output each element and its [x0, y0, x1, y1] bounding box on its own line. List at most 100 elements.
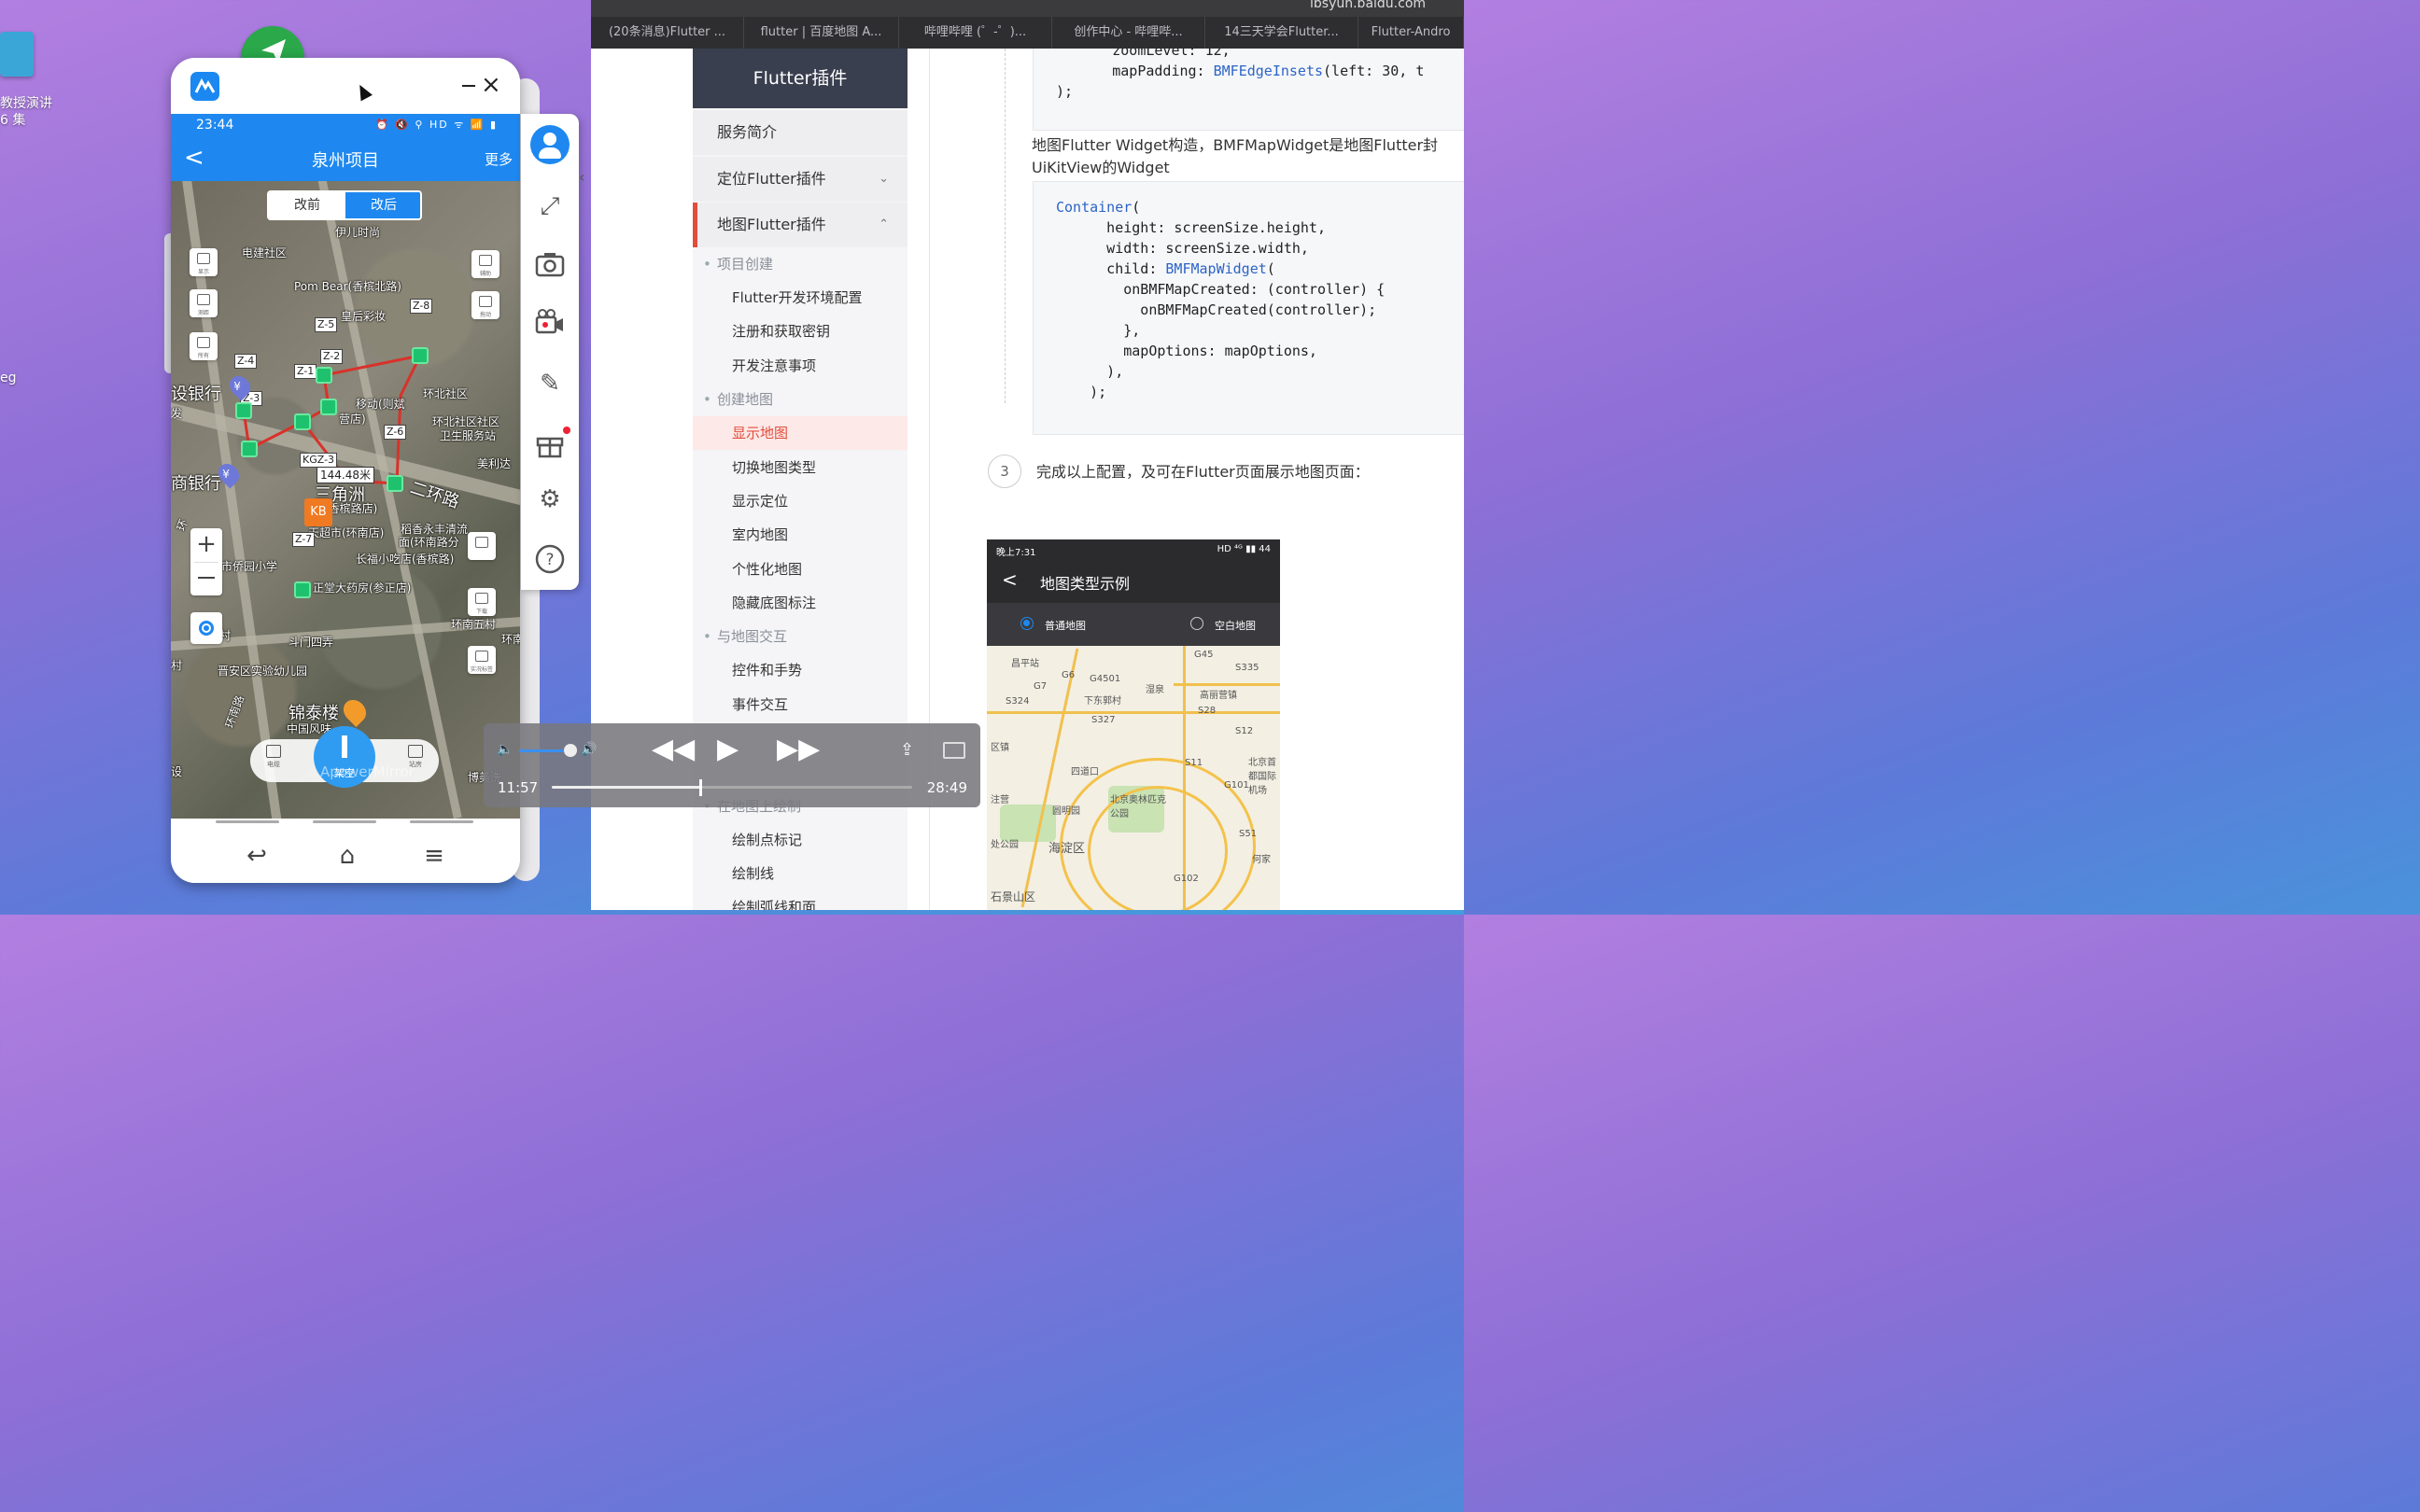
sample-status-icons: HD ⁴ᴳ ▮▮ 44 — [1217, 544, 1271, 554]
nav-back-button[interactable]: ↩ — [238, 843, 275, 871]
route-node[interactable] — [387, 475, 403, 492]
more-button[interactable]: 更多 — [485, 149, 513, 169]
zone-tag: Z-1 — [294, 364, 317, 379]
sidebar-link[interactable]: 绘制线 — [693, 857, 908, 890]
browser-tab[interactable]: 14三天学会Flutter... — [1205, 17, 1358, 49]
sidebar-link[interactable]: 显示定位 — [693, 484, 908, 518]
gift-icon[interactable] — [534, 427, 566, 459]
zoom-out-button[interactable] — [198, 577, 215, 579]
total-time: 28:49 — [926, 779, 967, 796]
close-button[interactable]: × — [481, 73, 501, 97]
layers-icon — [266, 745, 281, 758]
attach-tool-button[interactable] — [468, 532, 496, 560]
brush-icon[interactable]: ✎ — [534, 368, 566, 399]
nav-home-button[interactable]: ⌂ — [329, 843, 366, 871]
apowermirror-watermark: ApowerMirror — [320, 763, 415, 780]
zoom-in-button[interactable]: + — [190, 530, 222, 558]
sidebar-group-project[interactable]: 项目创建 — [693, 247, 908, 281]
progress-track[interactable] — [552, 779, 912, 796]
browser-tab[interactable]: 创作中心 - 哔哩哔... — [1052, 17, 1205, 49]
route-node[interactable] — [316, 367, 332, 384]
collapse-toolbar-icon[interactable]: ‹ — [579, 168, 584, 186]
code-token: BMFEdgeInsets — [1213, 63, 1324, 79]
live-label-tool-button[interactable]: 实况标签 — [468, 646, 496, 674]
highway — [987, 711, 1280, 714]
tab-before[interactable]: 改前 — [269, 192, 345, 218]
app-bar: < 泉州项目 更多 — [171, 138, 520, 181]
route-node[interactable] — [235, 402, 252, 419]
fast-forward-button[interactable]: ▶▶ — [777, 733, 820, 766]
tool-label: 实况标签 — [470, 666, 493, 673]
sample-map-label: G102 — [1174, 874, 1199, 884]
route-node[interactable] — [294, 581, 311, 598]
kb-marker[interactable]: KB — [304, 498, 332, 526]
satellite-map[interactable]: 改前 改后 伊儿时尚 电建社区 Pom Bear(香槟北路) 皇后彩妆 设银行 … — [171, 181, 520, 819]
sidebar-link[interactable]: 室内地图 — [693, 518, 908, 552]
browser-tab[interactable]: (20条消息)Flutter ... — [591, 17, 744, 49]
zone-tag: Z-8 — [410, 299, 433, 314]
share-icon[interactable]: ⇪ — [900, 740, 914, 760]
code-line: }, — [1056, 322, 1141, 339]
account-avatar[interactable] — [530, 125, 570, 164]
browser-tab[interactable]: flutter | 百度地图 A... — [744, 17, 899, 49]
sidebar-link-active[interactable]: 显示地图 — [693, 416, 908, 450]
android-status-bar: 23:44 ⏰ 🔇 ⚲ HD ᯤ 📶 ▮ — [171, 114, 520, 138]
sidebar-link[interactable]: 个性化地图 — [693, 553, 908, 586]
sidebar-item-location-plugin[interactable]: 定位Flutter插件 ⌄ — [693, 157, 908, 202]
browser-tab[interactable]: Flutter-Andro — [1358, 17, 1464, 49]
camera-icon[interactable] — [534, 248, 566, 280]
measure-tool-button[interactable]: 测距 — [190, 289, 218, 317]
route-node[interactable] — [241, 441, 258, 457]
sidebar-link[interactable]: 注册和获取密钥 — [693, 315, 908, 348]
minimize-button[interactable] — [462, 85, 475, 87]
route-node[interactable] — [320, 399, 337, 415]
sidebar-link[interactable]: 绘制点标记 — [693, 823, 908, 857]
sidebar-link[interactable]: 绘制弧线和面 — [693, 890, 908, 910]
mirror-title-bar[interactable]: × — [171, 58, 520, 114]
zone-tag: Z-2 — [320, 349, 344, 364]
sample-map-label: S335 — [1235, 663, 1259, 673]
desktop-folder-icon[interactable] — [0, 32, 34, 77]
sidebar-item-map-plugin[interactable]: 地图Flutter插件 ⌃ — [693, 203, 908, 247]
address-bar[interactable]: lbsyun.baidu.com — [1310, 0, 1426, 11]
volume-slider-knob[interactable] — [564, 744, 577, 757]
browser-tab[interactable]: 哔哩哔哩 (゜-゜)... — [899, 17, 1052, 49]
rewind-button[interactable]: ◀◀ — [652, 733, 695, 766]
sidebar-link[interactable]: 隐藏底图标注 — [693, 586, 908, 620]
help-icon[interactable]: ? — [534, 543, 566, 575]
sidebar-item-intro[interactable]: 服务简介 — [693, 110, 908, 155]
download-tool-button[interactable]: 下载 — [468, 588, 496, 616]
route-node[interactable] — [294, 413, 311, 430]
apowermirror-window: × 23:44 ⏰ 🔇 ⚲ HD ᯤ 📶 ▮ < 泉州项目 更多 改前 改后 伊… — [171, 58, 520, 883]
nav-menu-button[interactable]: ≡ — [415, 843, 453, 871]
show-tool-button[interactable]: 显示 — [190, 248, 218, 276]
sidebar-group-create-map[interactable]: 创建地图 — [693, 383, 908, 416]
sample-app-bar: < 地图类型示例 — [987, 560, 1280, 603]
progress-fill — [552, 786, 701, 789]
assist-tool-button[interactable]: 辅助 — [471, 250, 499, 278]
progress-knob[interactable] — [699, 779, 703, 796]
sidebar-link[interactable]: 事件交互 — [693, 688, 908, 721]
sidebar-link[interactable]: Flutter开发环境配置 — [693, 281, 908, 315]
my-location-button[interactable] — [190, 612, 222, 644]
record-icon[interactable] — [534, 306, 566, 338]
sidebar-link[interactable]: 开发注意事项 — [693, 349, 908, 383]
map-label: 营店) — [339, 413, 366, 426]
drag-tool-button[interactable]: 拖动 — [471, 291, 499, 319]
tab-after[interactable]: 改后 — [345, 192, 420, 218]
sidebar-group-interaction[interactable]: 与地图交互 — [693, 620, 908, 653]
sample-map-label: 区镇 — [991, 743, 1009, 753]
gear-icon[interactable]: ⚙ — [534, 483, 566, 515]
cable-layer-button[interactable]: 电缆 — [260, 745, 288, 769]
sample-map-label: S324 — [1006, 696, 1030, 707]
play-button[interactable]: ▶ — [717, 733, 739, 766]
map-label: 移动(则斌 — [356, 398, 405, 411]
picture-in-picture-icon[interactable] — [943, 742, 965, 759]
map-label: 斗门四弄 — [288, 636, 334, 649]
all-tool-button[interactable]: 所有 — [190, 332, 218, 360]
fullscreen-icon[interactable]: ⤢ — [534, 190, 566, 222]
sidebar-link[interactable]: 切换地图类型 — [693, 451, 908, 484]
route-node[interactable] — [412, 347, 429, 364]
pole-icon — [342, 735, 347, 758]
sidebar-link[interactable]: 控件和手势 — [693, 653, 908, 687]
